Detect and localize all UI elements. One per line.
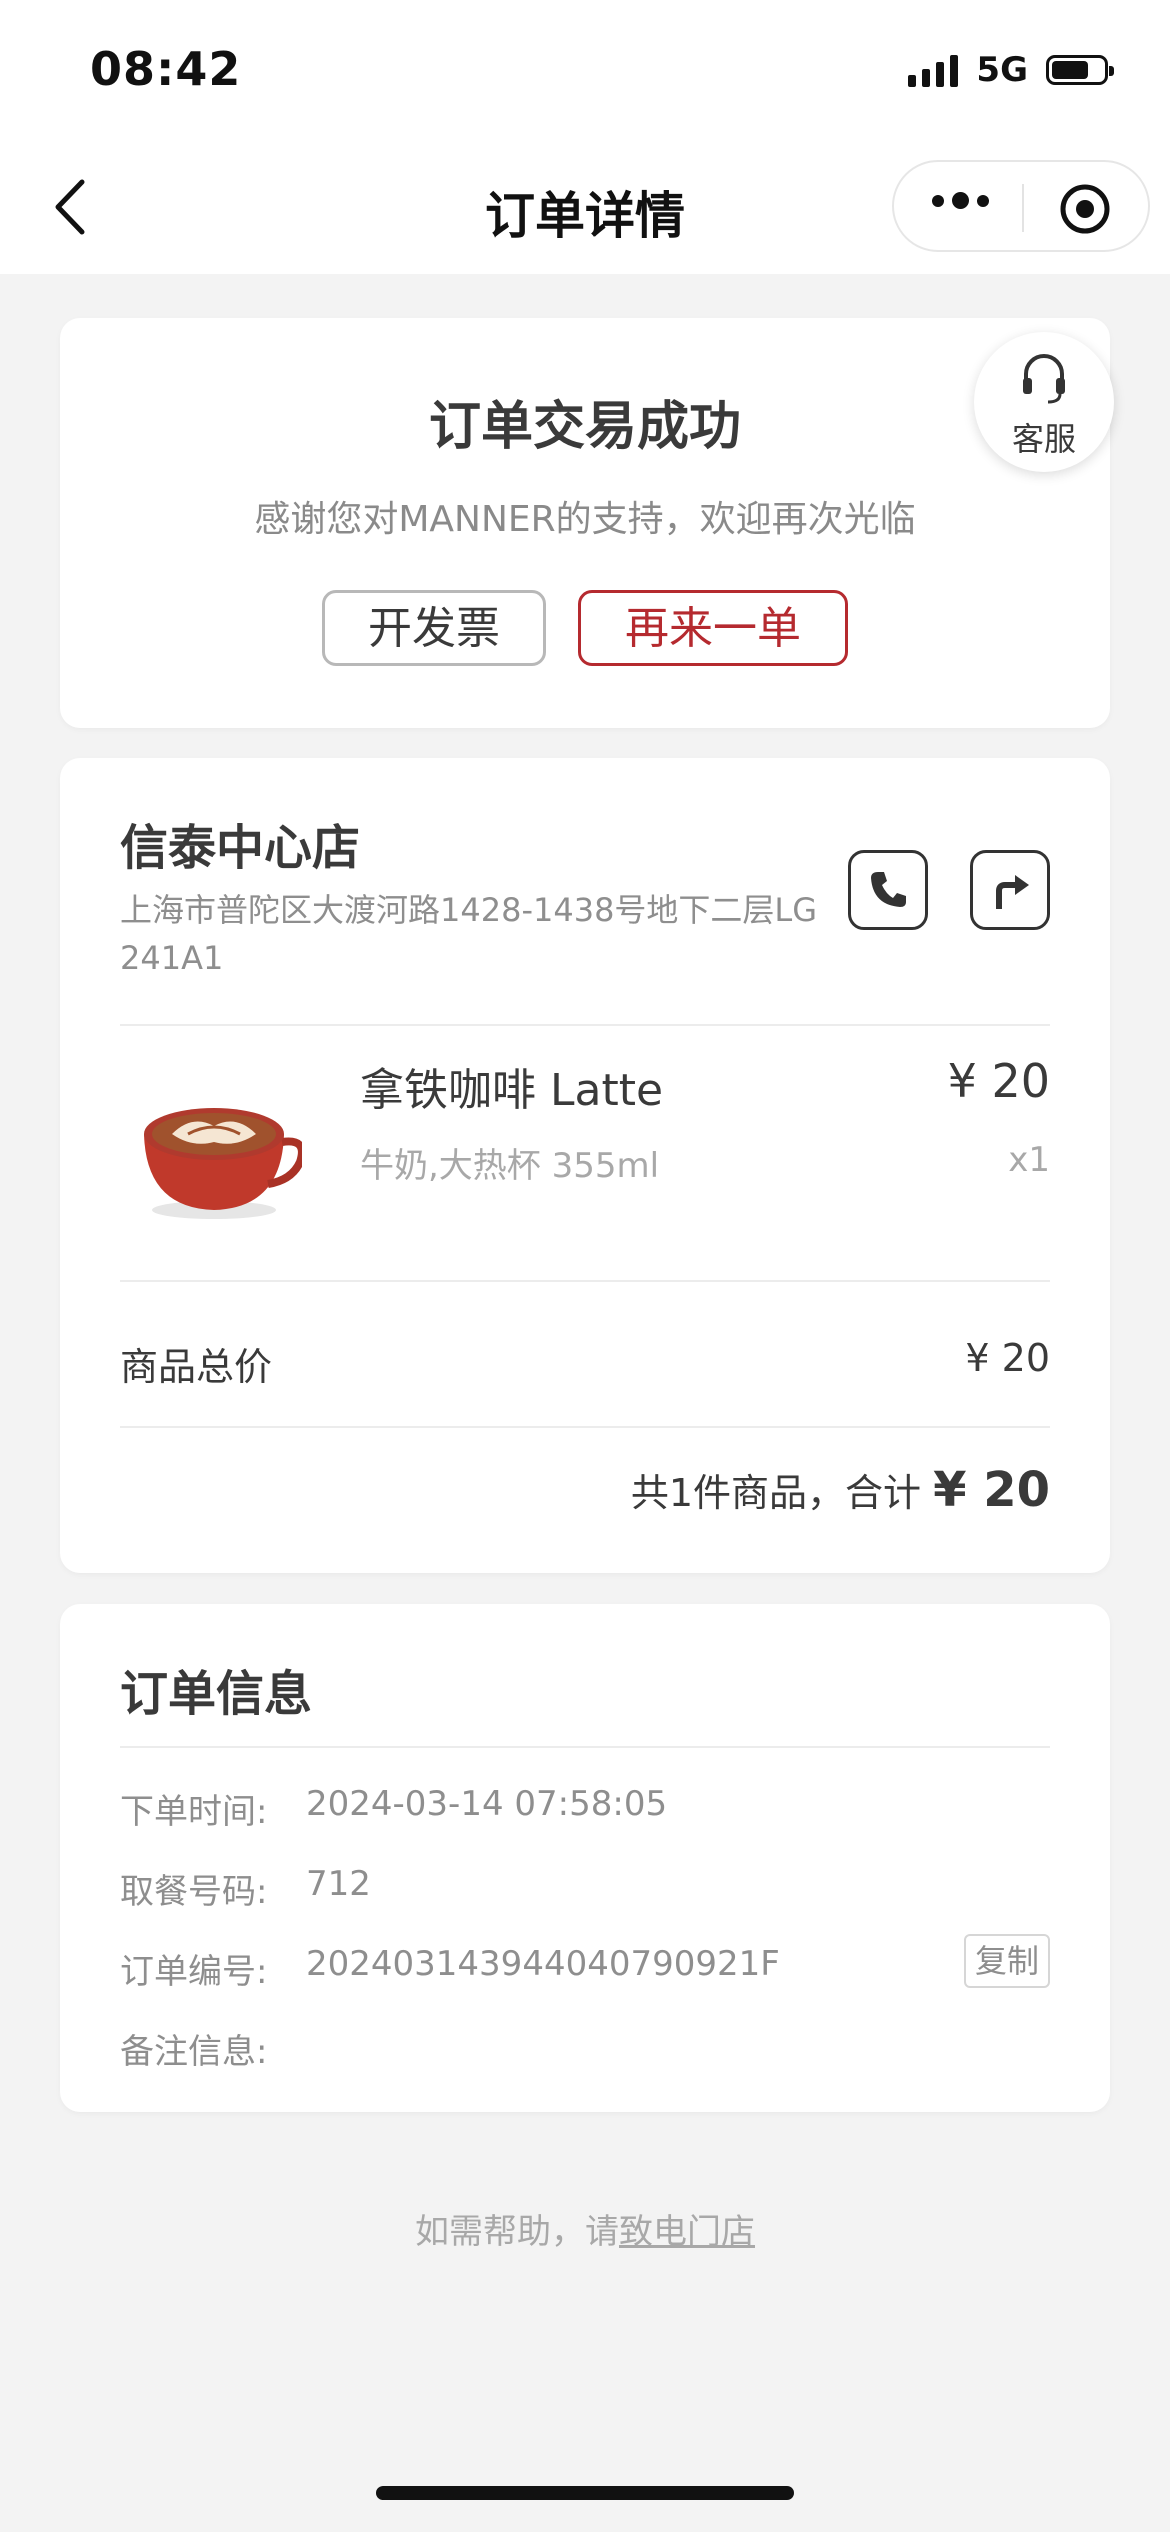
reorder-button[interactable]: 再来一单	[578, 590, 848, 666]
phone-icon	[871, 872, 906, 907]
divider	[120, 1024, 1050, 1026]
divider	[120, 1280, 1050, 1282]
more-icon[interactable]	[932, 192, 989, 209]
navigate-store-button[interactable]	[970, 850, 1050, 930]
close-miniprogram-icon[interactable]	[1058, 182, 1112, 236]
summary-amount: ¥ 20	[933, 1462, 1050, 1518]
store-order-card: 信泰中心店 上海市普陀区大渡河路1428-1438号地下二层LG241A1 拿铁…	[60, 758, 1110, 1573]
product-spec: 牛奶,大热杯 355ml	[360, 1146, 660, 1186]
order-time-value: 2024-03-14 07:58:05	[306, 1784, 668, 1824]
customer-service-label: 客服	[1011, 420, 1076, 458]
store-address: 上海市普陀区大渡河路1428-1438号地下二层LG241A1	[120, 891, 818, 977]
product-price: ¥ 20	[947, 1054, 1050, 1108]
copy-order-number-button[interactable]: 复制	[964, 1934, 1050, 1988]
product-quantity: x1	[1008, 1140, 1050, 1180]
order-info-title: 订单信息	[120, 1666, 313, 1722]
call-store-button[interactable]	[848, 850, 928, 930]
headset-icon	[1023, 354, 1065, 404]
status-indicators: 5G	[908, 50, 1114, 90]
store-name: 信泰中心店	[120, 820, 361, 876]
latte-product-image	[144, 1108, 302, 1219]
help-prefix: 如需帮助，请	[415, 2212, 619, 2252]
goods-total-value: ¥ 20	[965, 1336, 1050, 1380]
pickup-number-value: 712	[306, 1864, 371, 1904]
divider	[120, 1746, 1050, 1748]
network-type: 5G	[976, 50, 1028, 90]
directions-icon	[996, 875, 1029, 909]
status-bar: 08:42 5G	[0, 0, 1170, 150]
info-label: 订单编号:	[120, 1952, 268, 1992]
product-name: 拿铁咖啡 Latte	[360, 1065, 664, 1116]
order-status-subtitle: 感谢您对MANNER的支持，欢迎再次光临	[254, 499, 916, 540]
invoice-button[interactable]: 开发票	[322, 590, 546, 666]
call-store-link[interactable]: 致电门店	[619, 2212, 755, 2252]
signal-icon	[908, 53, 959, 87]
customer-service-button[interactable]: 客服	[974, 332, 1114, 472]
info-label: 下单时间:	[120, 1792, 268, 1832]
remark-row: 备注信息:	[120, 2024, 267, 2073]
divider	[120, 1426, 1050, 1428]
order-time-row: 下单时间: 2024-03-14 07:58:05	[120, 1784, 667, 1833]
order-status-card: 订单交易成功 感谢您对MANNER的支持，欢迎再次光临 开发票 再来一单	[60, 318, 1110, 728]
battery-icon	[1046, 55, 1114, 85]
order-info-card: 订单信息 下单时间: 2024-03-14 07:58:05 取餐号码: 712…	[60, 1604, 1110, 2112]
order-number-row: 订单编号: 20240314394404079092​1F	[120, 1944, 780, 1993]
miniprogram-capsule	[892, 160, 1150, 252]
capsule-divider	[1022, 184, 1024, 232]
summary-prefix: 共1件商品，合计	[630, 1471, 921, 1515]
goods-total-label: 商品总价	[120, 1345, 273, 1389]
order-number-value: 20240314394404079092​1F	[306, 1944, 780, 1984]
home-indicator[interactable]	[376, 2486, 794, 2500]
pickup-number-row: 取餐号码: 712	[120, 1864, 371, 1913]
order-summary: 共1件商品，合计 ¥ 20	[631, 1462, 1050, 1518]
nav-bar: 订单详情	[0, 140, 1170, 274]
status-time: 08:42	[90, 42, 242, 96]
order-status-title: 订单交易成功	[428, 397, 741, 457]
info-label: 取餐号码:	[120, 1872, 268, 1912]
info-label: 备注信息:	[120, 2032, 268, 2072]
help-footer: 如需帮助，请致电门店	[0, 2204, 1170, 2253]
